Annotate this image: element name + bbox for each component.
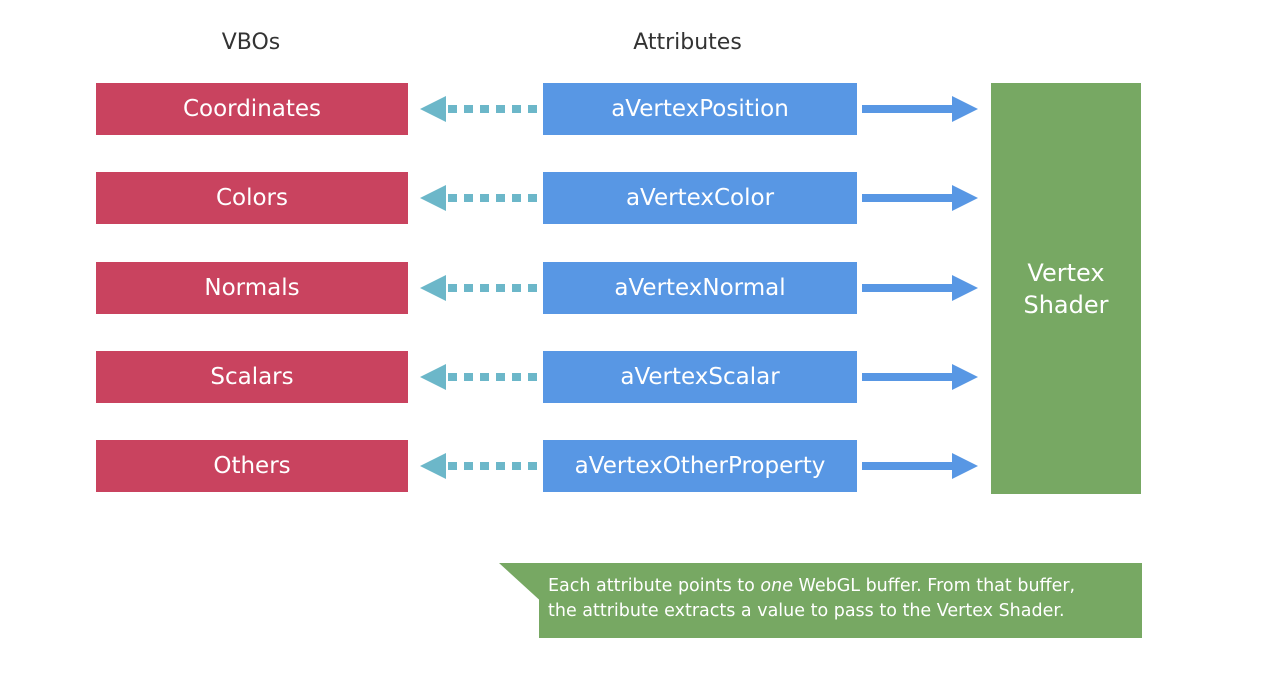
callout-text-a: Each attribute points to [548, 576, 761, 596]
diagram: VBOs Attributes Coordinates aVertexPositi… [0, 0, 1269, 691]
callout-note: Each attribute points to one WebGL buffe… [539, 563, 1142, 638]
callout-text-b: WebGL buffer. From that buffer, [792, 576, 1076, 596]
callout-line-2: the attribute extracts a value to pass t… [548, 601, 1065, 621]
callout-line-1: Each attribute points to one WebGL buffe… [548, 574, 1142, 599]
callout-emphasis: one [760, 576, 793, 596]
